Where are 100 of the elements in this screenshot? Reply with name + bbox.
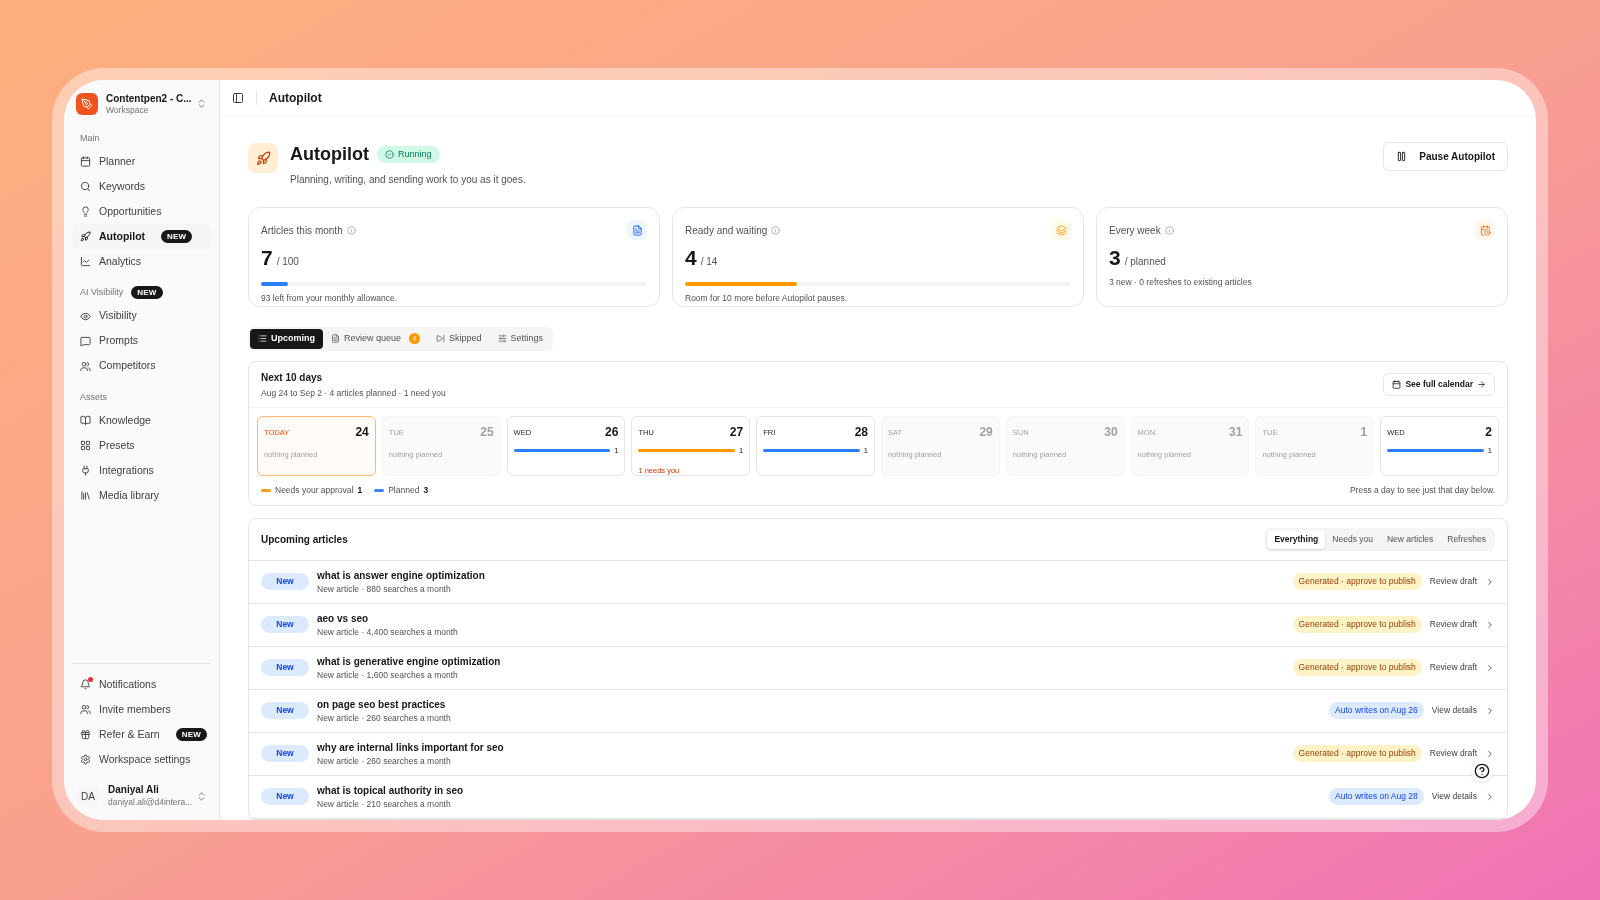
header-title: Autopilot — [269, 90, 322, 107]
sidebar-item[interactable]: Knowledge — [72, 408, 211, 434]
chevron-right-icon — [1485, 619, 1495, 630]
chevron-right-icon — [1485, 791, 1495, 802]
new-badge: New — [261, 616, 309, 634]
sidebar-item[interactable]: Invite members — [72, 697, 211, 722]
row-action-link[interactable]: Review draft — [1429, 618, 1495, 632]
tab[interactable]: Settings — [489, 329, 552, 349]
article-meta: New article · 4,400 searches a month — [317, 625, 459, 639]
article-title: why are internal links important for seo — [317, 740, 505, 755]
row-action-link[interactable]: Review draft — [1429, 747, 1495, 761]
stat-icon — [1051, 220, 1071, 240]
new-badge: NEW — [131, 286, 163, 300]
day-number: 28 — [854, 424, 868, 442]
nav-icon — [80, 465, 91, 477]
chevrons-icon — [196, 790, 207, 802]
new-badge: New — [261, 573, 309, 591]
sidebar-item[interactable]: Keywords — [72, 174, 211, 200]
article-meta: New article · 260 searches a month — [317, 754, 452, 768]
tab-icon — [436, 334, 446, 344]
nav-icon — [80, 206, 91, 218]
filter-tab[interactable]: Needs you — [1325, 530, 1380, 549]
stat-title: Ready and waiting — [685, 223, 768, 238]
sidebar-item[interactable]: Visibility — [72, 303, 211, 329]
filter-tab[interactable]: Everything — [1267, 530, 1326, 549]
sidebar-item[interactable]: Refer & Earn NEW — [72, 722, 211, 747]
article-title: what is answer engine optimization — [317, 568, 486, 583]
nav-icon — [80, 231, 91, 243]
workspace-switcher[interactable]: Contentpen2 - C... Workspace — [72, 88, 211, 120]
legend-label: Needs your approval — [275, 484, 354, 497]
sidebar-item[interactable]: Workspace settings — [72, 747, 211, 772]
calendar-hint: Press a day to see just that day below. — [1349, 484, 1495, 497]
filter-tab[interactable]: New articles — [1379, 530, 1441, 549]
legend-count: 3 — [423, 484, 429, 497]
user-name: Daniyal Ali — [108, 784, 160, 797]
sidebar-toggle-icon[interactable] — [232, 92, 244, 104]
full-calendar-button[interactable]: See full calendar — [1383, 373, 1495, 396]
day-number: 31 — [1229, 424, 1243, 442]
article-title: what is topical authority in seo — [317, 783, 465, 798]
tab[interactable]: Upcoming — [250, 329, 323, 349]
day-number: 27 — [729, 424, 744, 442]
status-badge: Auto writes on Aug 26 — [1329, 702, 1424, 720]
nav-icon — [80, 335, 91, 347]
nav-icon — [80, 679, 91, 690]
stat-icon — [627, 220, 647, 240]
row-action-link[interactable]: View details — [1431, 790, 1495, 804]
sidebar-item[interactable]: Integrations — [72, 458, 211, 484]
nav-icon — [80, 415, 91, 427]
stat-note: Room for 10 more before Autopilot pauses. — [685, 291, 849, 305]
user-switcher[interactable]: DA Daniyal Ali daniyal.ali@d4intera... — [72, 780, 211, 812]
filter-tab[interactable]: Refreshes — [1440, 530, 1493, 549]
sidebar-item[interactable]: Analytics — [72, 249, 211, 275]
sidebar-item[interactable]: Prompts — [72, 328, 211, 354]
tab-icon — [258, 334, 267, 344]
sidebar-item[interactable]: Competitors — [72, 353, 211, 379]
sidebar-item[interactable]: Opportunities — [72, 199, 211, 225]
stat-icon — [1475, 220, 1495, 240]
row-action-link[interactable]: Review draft — [1429, 661, 1495, 675]
sidebar-item[interactable]: Media library — [72, 483, 211, 509]
sidebar-item[interactable]: Presets — [72, 433, 211, 459]
stat-unit: / planned — [1124, 255, 1166, 269]
pen-logo-icon — [76, 92, 98, 115]
new-badge: New — [261, 702, 309, 720]
day-number: 2 — [1485, 424, 1492, 442]
nav-icon — [80, 754, 91, 765]
calendar-title: Next 10 days — [261, 370, 324, 385]
tab[interactable]: Skipped — [428, 329, 490, 349]
stat-note: 3 new · 0 refreshes to existing articles — [1109, 275, 1253, 289]
workspace-label: Workspace — [106, 105, 150, 116]
nav-icon — [80, 729, 91, 740]
article-meta: New article · 260 searches a month — [317, 711, 452, 725]
user-avatar: DA — [76, 784, 100, 808]
stat-unit: / 100 — [276, 255, 299, 269]
sidebar-item[interactable]: Notifications — [72, 672, 211, 697]
nav-icon — [80, 490, 91, 502]
articles-title: Upcoming articles — [261, 532, 348, 547]
row-action-link[interactable]: Review draft — [1429, 575, 1495, 589]
pause-button[interactable]: Pause Autopilot — [1383, 142, 1508, 171]
day-number: 24 — [355, 424, 369, 442]
legend-count: 1 — [357, 484, 363, 497]
day-number: 29 — [979, 424, 993, 442]
sidebar-item[interactable]: Planner — [72, 149, 211, 175]
article-meta: New article · 210 searches a month — [317, 797, 452, 811]
section-label: Main — [80, 131, 100, 145]
article-meta: New article · 880 searches a month — [317, 582, 452, 596]
stat-title: Articles this month — [261, 223, 343, 238]
status-badge: Running — [377, 145, 440, 164]
sidebar-item[interactable]: Autopilot NEW — [72, 224, 211, 250]
rocket-icon — [248, 143, 278, 173]
day-number: 30 — [1104, 424, 1118, 442]
status-badge: Generated · approve to publish — [1292, 745, 1422, 763]
stat-note: 93 left from your monthly allowance. — [261, 291, 399, 305]
chevrons-icon — [196, 98, 207, 110]
stat-value: 7 — [261, 245, 273, 271]
info-icon — [1164, 225, 1174, 235]
nav-icon — [80, 181, 91, 193]
check-circle-icon — [385, 150, 394, 159]
info-icon — [346, 225, 356, 235]
calendar-icon — [1392, 379, 1402, 389]
row-action-link[interactable]: View details — [1431, 704, 1495, 718]
